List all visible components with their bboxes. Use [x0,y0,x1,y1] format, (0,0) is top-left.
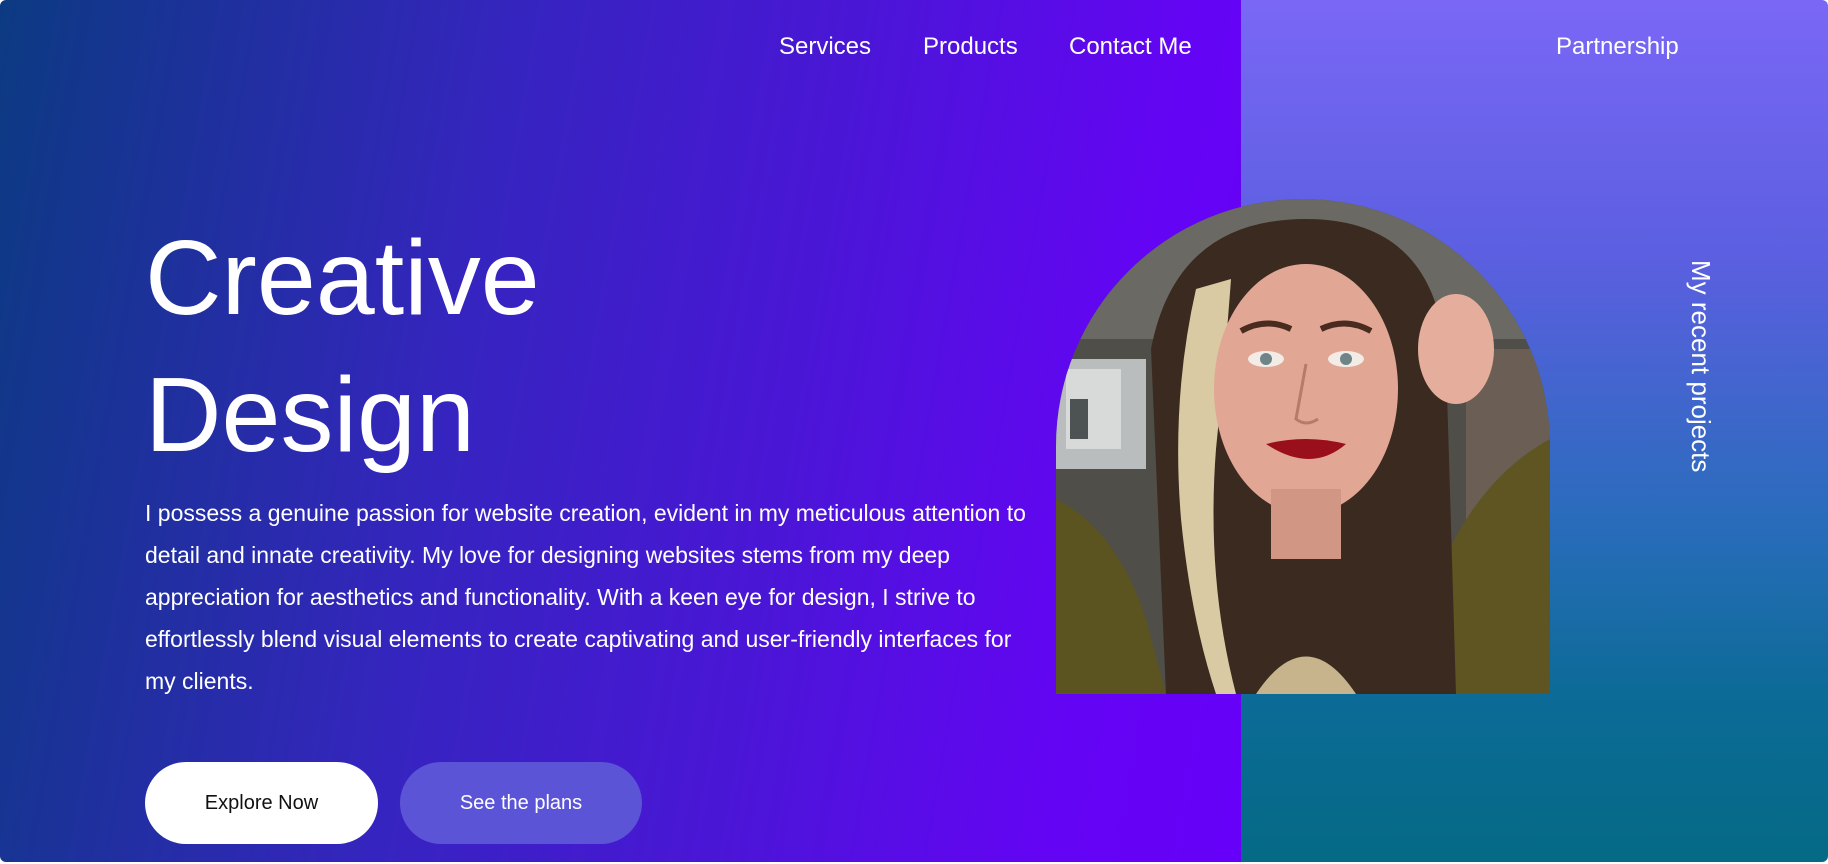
hero-title-line-1: Creative [145,219,540,337]
nav-products-link[interactable]: Products [923,30,1018,64]
hero-title-line-2: Design [145,356,475,474]
recent-projects-link[interactable]: My recent projects [1676,260,1726,500]
profile-photo [1056,199,1550,694]
landing-page: Services Products Contact Me Partnership… [0,0,1828,864]
nav-contact-link[interactable]: Contact Me [1069,30,1192,64]
explore-now-button[interactable]: Explore Now [145,762,378,844]
top-navigation: Services Products Contact Me Partnership [0,30,1828,64]
hero-title: Creative Design [145,210,540,484]
hero-description: I possess a genuine passion for website … [145,500,1026,694]
nav-services-link[interactable]: Services [779,30,871,64]
see-plans-button[interactable]: See the plans [400,762,642,844]
nav-partnership-link[interactable]: Partnership [1556,30,1679,64]
